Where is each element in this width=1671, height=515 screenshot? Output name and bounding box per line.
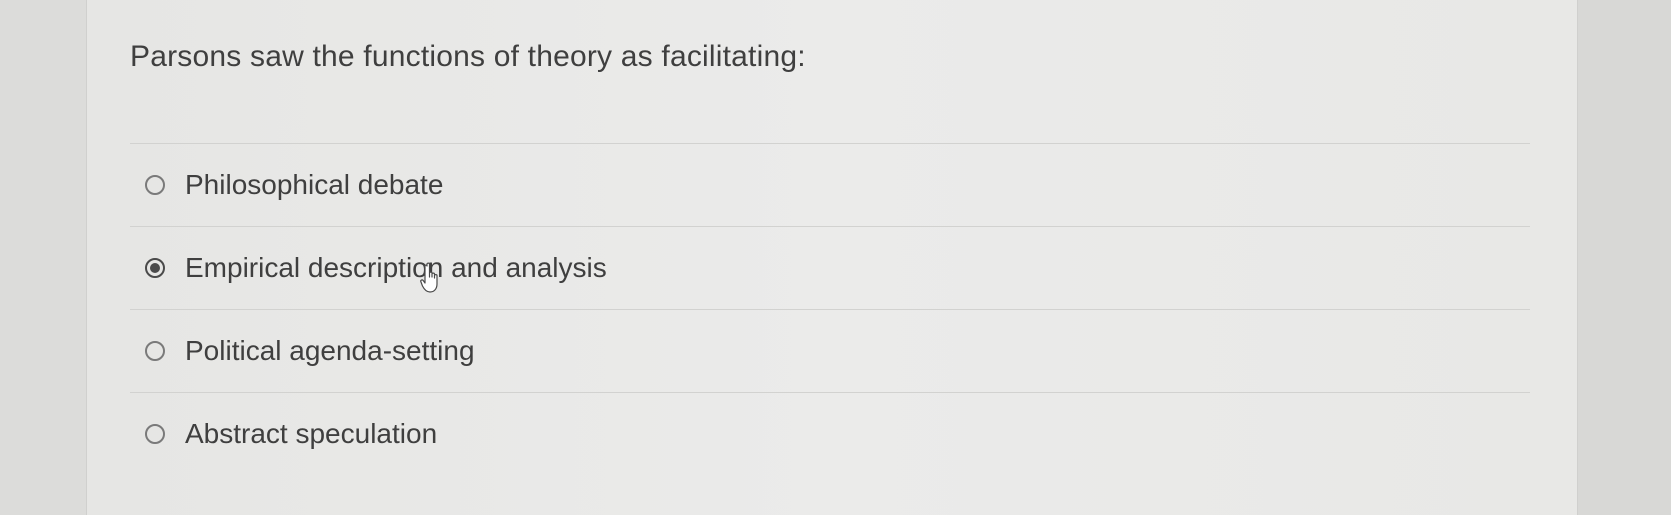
radio-button[interactable] (145, 424, 165, 444)
radio-button[interactable] (145, 341, 165, 361)
option-abstract-speculation[interactable]: Abstract speculation (130, 393, 1530, 475)
option-label: Political agenda-setting (185, 335, 475, 366)
option-political-agenda-setting[interactable]: Political agenda-setting (130, 310, 1530, 392)
hand-pointer-icon (420, 262, 438, 293)
answer-options: Philosophical debate Empirical descripti… (130, 143, 1530, 475)
option-label: Philosophical debate (185, 169, 444, 200)
option-label: Abstract speculation (185, 418, 438, 449)
radio-button-selected[interactable] (145, 258, 165, 278)
radio-button[interactable] (145, 175, 165, 195)
option-philosophical-debate[interactable]: Philosophical debate (130, 144, 1530, 226)
side-margin (1578, 0, 1671, 515)
option-empirical-description[interactable]: Empirical description and analysis (130, 227, 1530, 309)
question-text: Parsons saw the functions of theory as f… (130, 40, 806, 73)
option-label: Empirical description and analysis (185, 252, 607, 283)
